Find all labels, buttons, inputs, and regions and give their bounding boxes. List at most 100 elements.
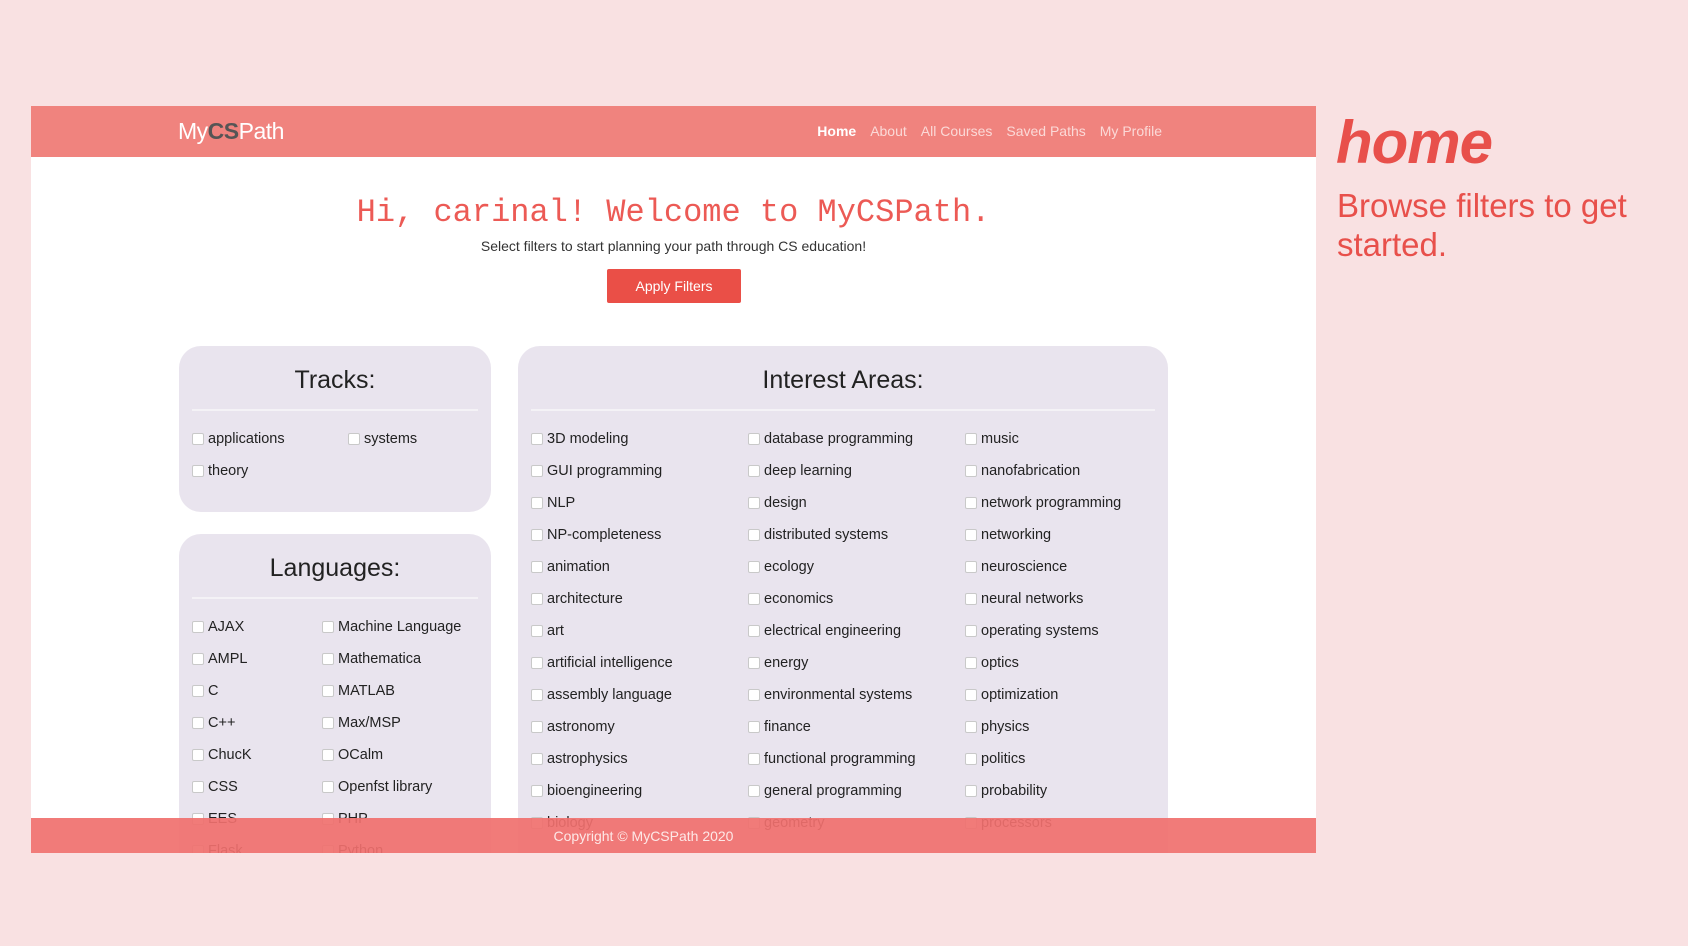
filter-option[interactable]: astrophysics xyxy=(531,743,748,775)
filter-option[interactable]: C++ xyxy=(192,707,322,739)
filter-checkbox[interactable] xyxy=(748,689,760,701)
filter-checkbox[interactable] xyxy=(192,433,204,445)
filter-option[interactable]: animation xyxy=(531,551,748,583)
filter-checkbox[interactable] xyxy=(322,781,334,793)
filter-checkbox[interactable] xyxy=(322,749,334,761)
filter-checkbox[interactable] xyxy=(748,753,760,765)
filter-option[interactable]: systems xyxy=(348,423,504,455)
filter-option[interactable]: applications xyxy=(192,423,348,455)
filter-checkbox[interactable] xyxy=(965,625,977,637)
filter-option[interactable]: optimization xyxy=(965,679,1165,711)
filter-option[interactable]: bioengineering xyxy=(531,775,748,807)
filter-option[interactable]: environmental systems xyxy=(748,679,965,711)
filter-option[interactable]: finance xyxy=(748,711,965,743)
filter-option[interactable]: astronomy xyxy=(531,711,748,743)
filter-checkbox[interactable] xyxy=(965,721,977,733)
filter-option[interactable]: CSS xyxy=(192,771,322,803)
filter-option[interactable]: Max/MSP xyxy=(322,707,492,739)
filter-option[interactable]: C xyxy=(192,675,322,707)
filter-option[interactable]: optics xyxy=(965,647,1165,679)
logo[interactable]: MyCSPath xyxy=(178,118,284,145)
filter-checkbox[interactable] xyxy=(531,657,543,669)
filter-checkbox[interactable] xyxy=(531,721,543,733)
filter-option[interactable]: operating systems xyxy=(965,615,1165,647)
filter-checkbox[interactable] xyxy=(965,593,977,605)
filter-checkbox[interactable] xyxy=(192,685,204,697)
filter-checkbox[interactable] xyxy=(192,749,204,761)
filter-checkbox[interactable] xyxy=(531,465,543,477)
filter-checkbox[interactable] xyxy=(192,653,204,665)
filter-option[interactable]: art xyxy=(531,615,748,647)
filter-checkbox[interactable] xyxy=(748,465,760,477)
nav-all-courses[interactable]: All Courses xyxy=(921,123,993,139)
filter-option[interactable]: OCalm xyxy=(322,739,492,771)
filter-checkbox[interactable] xyxy=(965,561,977,573)
filter-option[interactable]: assembly language xyxy=(531,679,748,711)
nav-about[interactable]: About xyxy=(870,123,907,139)
filter-option[interactable]: database programming xyxy=(748,423,965,455)
filter-option[interactable]: nanofabrication xyxy=(965,455,1165,487)
filter-option[interactable]: GUI programming xyxy=(531,455,748,487)
filter-option[interactable]: Machine Language xyxy=(322,611,492,643)
filter-checkbox[interactable] xyxy=(322,653,334,665)
filter-checkbox[interactable] xyxy=(531,497,543,509)
filter-option[interactable]: MATLAB xyxy=(322,675,492,707)
filter-checkbox[interactable] xyxy=(748,721,760,733)
filter-checkbox[interactable] xyxy=(322,685,334,697)
filter-option[interactable]: theory xyxy=(192,455,348,487)
filter-checkbox[interactable] xyxy=(748,657,760,669)
filter-option[interactable]: deep learning xyxy=(748,455,965,487)
filter-option[interactable]: functional programming xyxy=(748,743,965,775)
filter-checkbox[interactable] xyxy=(965,465,977,477)
filter-option[interactable]: ChucK xyxy=(192,739,322,771)
filter-option[interactable]: NP-completeness xyxy=(531,519,748,551)
filter-option[interactable]: music xyxy=(965,423,1165,455)
filter-option[interactable]: electrical engineering xyxy=(748,615,965,647)
filter-checkbox[interactable] xyxy=(192,781,204,793)
filter-option[interactable]: distributed systems xyxy=(748,519,965,551)
filter-checkbox[interactable] xyxy=(748,561,760,573)
filter-checkbox[interactable] xyxy=(965,785,977,797)
filter-checkbox[interactable] xyxy=(748,433,760,445)
filter-checkbox[interactable] xyxy=(531,753,543,765)
filter-checkbox[interactable] xyxy=(965,433,977,445)
filter-checkbox[interactable] xyxy=(748,529,760,541)
filter-option[interactable]: politics xyxy=(965,743,1165,775)
filter-checkbox[interactable] xyxy=(192,621,204,633)
filter-checkbox[interactable] xyxy=(531,625,543,637)
filter-checkbox[interactable] xyxy=(322,621,334,633)
filter-checkbox[interactable] xyxy=(531,433,543,445)
filter-option[interactable]: Mathematica xyxy=(322,643,492,675)
filter-checkbox[interactable] xyxy=(348,433,360,445)
filter-option[interactable]: ecology xyxy=(748,551,965,583)
filter-checkbox[interactable] xyxy=(748,497,760,509)
filter-option[interactable]: Openfst library xyxy=(322,771,492,803)
filter-checkbox[interactable] xyxy=(965,657,977,669)
filter-option[interactable]: 3D modeling xyxy=(531,423,748,455)
nav-saved-paths[interactable]: Saved Paths xyxy=(1006,123,1085,139)
filter-option[interactable]: neuroscience xyxy=(965,551,1165,583)
filter-checkbox[interactable] xyxy=(965,689,977,701)
filter-checkbox[interactable] xyxy=(965,529,977,541)
filter-checkbox[interactable] xyxy=(748,785,760,797)
filter-option[interactable]: general programming xyxy=(748,775,965,807)
filter-option[interactable]: artificial intelligence xyxy=(531,647,748,679)
filter-checkbox[interactable] xyxy=(748,625,760,637)
filter-checkbox[interactable] xyxy=(192,717,204,729)
filter-option[interactable]: neural networks xyxy=(965,583,1165,615)
apply-filters-button[interactable]: Apply Filters xyxy=(607,269,741,303)
filter-option[interactable]: energy xyxy=(748,647,965,679)
nav-my-profile[interactable]: My Profile xyxy=(1100,123,1162,139)
filter-option[interactable]: design xyxy=(748,487,965,519)
filter-checkbox[interactable] xyxy=(322,717,334,729)
filter-option[interactable]: networking xyxy=(965,519,1165,551)
filter-checkbox[interactable] xyxy=(531,785,543,797)
filter-checkbox[interactable] xyxy=(192,465,204,477)
filter-option[interactable]: physics xyxy=(965,711,1165,743)
filter-checkbox[interactable] xyxy=(965,753,977,765)
filter-option[interactable]: probability xyxy=(965,775,1165,807)
filter-checkbox[interactable] xyxy=(531,593,543,605)
filter-checkbox[interactable] xyxy=(748,593,760,605)
filter-option[interactable]: network programming xyxy=(965,487,1165,519)
filter-checkbox[interactable] xyxy=(531,529,543,541)
